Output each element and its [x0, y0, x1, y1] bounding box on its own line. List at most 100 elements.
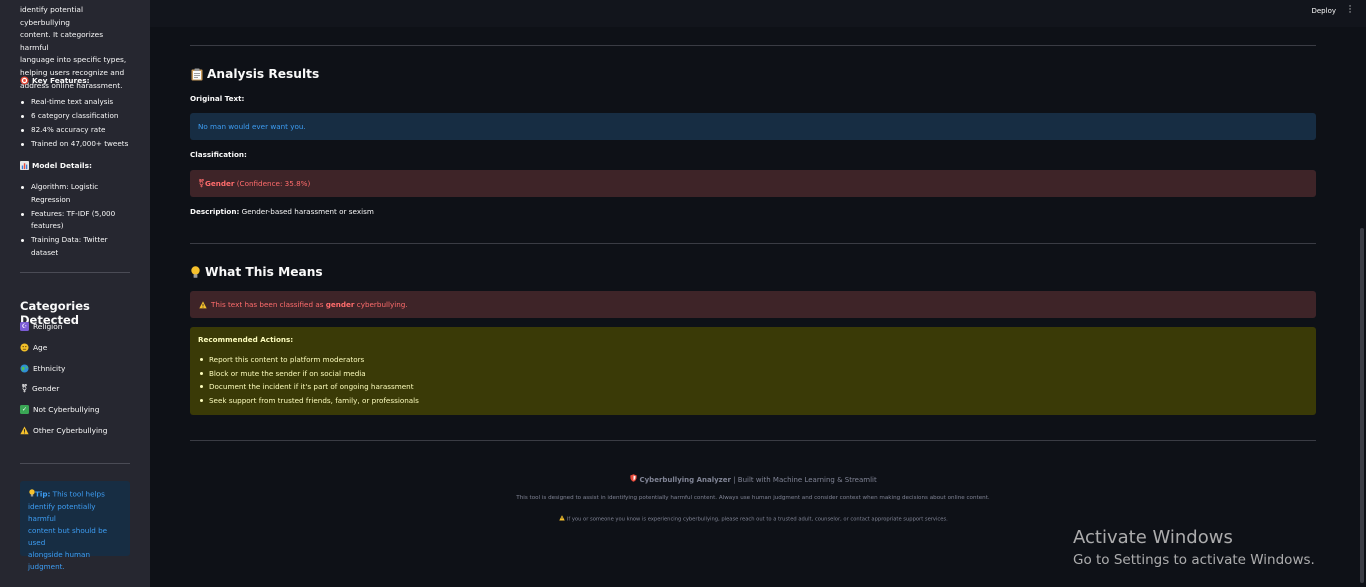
lightbulb-icon: [190, 265, 201, 279]
recommended-actions-box: Recommended Actions: Report this content…: [190, 327, 1316, 415]
gender-symbol-icon: ⚧: [198, 179, 205, 188]
main-menu-icon[interactable]: · · ·: [1348, 3, 1352, 18]
key-features-list: Real-time text analysis 6 category class…: [20, 96, 132, 151]
warning-suffix: cyberbullying.: [354, 300, 408, 309]
list-item: Algorithm: Logistic Regression: [20, 181, 132, 206]
tip-line: judgment.: [28, 561, 65, 571]
warning-category: gender: [325, 300, 355, 309]
list-item: 82.4% accuracy rate: [20, 124, 132, 137]
list-item-line: Training Data: Twitter dataset: [31, 235, 108, 257]
tip-text: This tool helps: [50, 489, 105, 499]
list-item: Block or mute the sender if on social me…: [198, 367, 1308, 381]
tip-prefix: Tip:: [35, 489, 51, 499]
tip-line: Tip: This tool helps: [28, 488, 124, 501]
classification-warning-box: This text has been classified as gender …: [190, 291, 1316, 318]
watermark-subtitle: Go to Settings to activate Windows.: [1073, 552, 1315, 568]
list-item-line: Algorithm: Logistic: [31, 182, 99, 191]
footer-credit: Cyberbullying Analyzer | Built with Mach…: [190, 474, 1316, 484]
religion-icon: ☪: [20, 322, 29, 331]
windows-activation-watermark: Activate Windows Go to Settings to activ…: [1073, 527, 1315, 569]
list-item: Training Data: Twitter dataset: [20, 234, 132, 259]
tip-box: Tip: This tool helps identify potentiall…: [20, 481, 130, 571]
model-details-label: Model Details:: [32, 161, 92, 170]
category-not-cyberbullying: ✓ Not Cyberbullying: [20, 405, 99, 414]
deploy-button[interactable]: Deploy: [1311, 7, 1336, 15]
key-features-heading: Key Features:: [20, 76, 132, 85]
check-icon: ✓: [20, 405, 29, 414]
key-features-label: Key Features:: [32, 76, 90, 85]
list-item: Trained on 47,000+ tweets: [20, 138, 132, 151]
footer-built-with: | Built with Machine Learning & Streamli…: [730, 476, 877, 484]
original-text-value: No man would ever want you.: [198, 122, 306, 131]
app-header: Deploy · · ·: [150, 0, 1366, 27]
category-religion: ☪ Religion: [20, 322, 62, 331]
section-divider: [190, 440, 1316, 441]
warning-prefix: This text has been classified as: [211, 300, 326, 309]
model-details-list: Algorithm: Logistic Regression Features: …: [20, 181, 132, 259]
original-text-label: Original Text:: [190, 94, 245, 103]
main-content: Analysis Results Original Text: No man w…: [150, 27, 1366, 587]
section-divider: [190, 45, 1316, 46]
description-label: Description:: [190, 207, 240, 216]
footer-support-text: If you or someone you know is experienci…: [566, 516, 948, 523]
warning-icon: [20, 426, 29, 435]
description-row: Description: Gender-based harassment or …: [190, 207, 374, 216]
list-item: Features: TF-IDF (5,000 features): [20, 208, 132, 233]
tip-line: alongside human: [28, 549, 90, 559]
classification-box: ⚧ Gender (Confidence: 35.8%): [190, 170, 1316, 197]
intro-line: content. It categorizes harmful: [20, 30, 104, 52]
classification-label: Classification:: [190, 150, 247, 159]
footer-disclaimer: This tool is designed to assist in ident…: [516, 495, 990, 501]
warning-icon: [198, 300, 207, 309]
recommended-actions-list: Report this content to platform moderato…: [198, 353, 1308, 408]
category-label: Gender: [32, 384, 60, 393]
list-item: Real-time text analysis: [20, 96, 132, 109]
list-item: Seek support from trusted friends, famil…: [198, 394, 1308, 408]
face-icon: [20, 343, 29, 352]
gender-symbol-icon: ⚧: [21, 384, 28, 393]
list-item: Report this content to platform moderato…: [198, 353, 1308, 367]
tip-line: content but should be used: [28, 525, 108, 547]
model-details-heading: Model Details:: [20, 161, 132, 170]
intro-line: identify potential cyberbullying: [20, 5, 83, 27]
intro-line: language into specific types,: [20, 55, 127, 65]
clipboard-icon: [190, 68, 203, 81]
globe-icon: [20, 364, 29, 373]
list-item: Document the incident if it's part of on…: [198, 380, 1308, 394]
list-item: 6 category classification: [20, 110, 132, 123]
target-icon: [20, 76, 29, 85]
category-label: Religion: [33, 322, 63, 331]
footer-app-name: Cyberbullying Analyzer: [639, 476, 731, 484]
watermark-title: Activate Windows: [1073, 527, 1233, 548]
footer-support-note: If you or someone you know is experienci…: [190, 514, 1316, 523]
lightbulb-icon: [28, 488, 35, 497]
category-age: Age: [20, 343, 47, 352]
what-this-means-heading: What This Means: [190, 265, 323, 279]
description-value: Gender-based harassment or sexism: [239, 207, 374, 216]
category-ethnicity: Ethnicity: [20, 364, 65, 373]
sidebar-divider: [20, 272, 130, 273]
sidebar-divider: [20, 463, 130, 464]
list-item-line: Regression: [31, 194, 71, 204]
section-divider: [190, 243, 1316, 244]
category-label: Ethnicity: [33, 364, 66, 373]
category-label: Age: [33, 343, 48, 352]
what-this-means-title: What This Means: [205, 265, 323, 279]
original-text-box: No man would ever want you.: [190, 113, 1316, 140]
sidebar: identify potential cyberbullying content…: [0, 0, 150, 587]
category-other-cyberbullying: Other Cyberbullying: [20, 426, 107, 435]
list-item-line: Features: TF-IDF (5,000: [31, 208, 116, 218]
category-gender: ⚧ Gender: [20, 384, 59, 393]
analysis-results-title: Analysis Results: [207, 67, 320, 81]
warning-icon: [558, 514, 565, 521]
main-scrollbar[interactable]: [1360, 228, 1364, 583]
shield-icon: [629, 474, 637, 482]
classification-name: Gender: [205, 179, 235, 188]
recommended-actions-title: Recommended Actions:: [198, 335, 294, 344]
tip-line: identify potentially harmful: [28, 501, 96, 523]
bar-chart-icon: [20, 161, 29, 170]
classification-confidence: (Confidence: 35.8%): [234, 179, 311, 188]
category-label: Other Cyberbullying: [33, 426, 108, 435]
analysis-results-heading: Analysis Results: [190, 67, 319, 81]
list-item-line: features): [31, 221, 64, 230]
